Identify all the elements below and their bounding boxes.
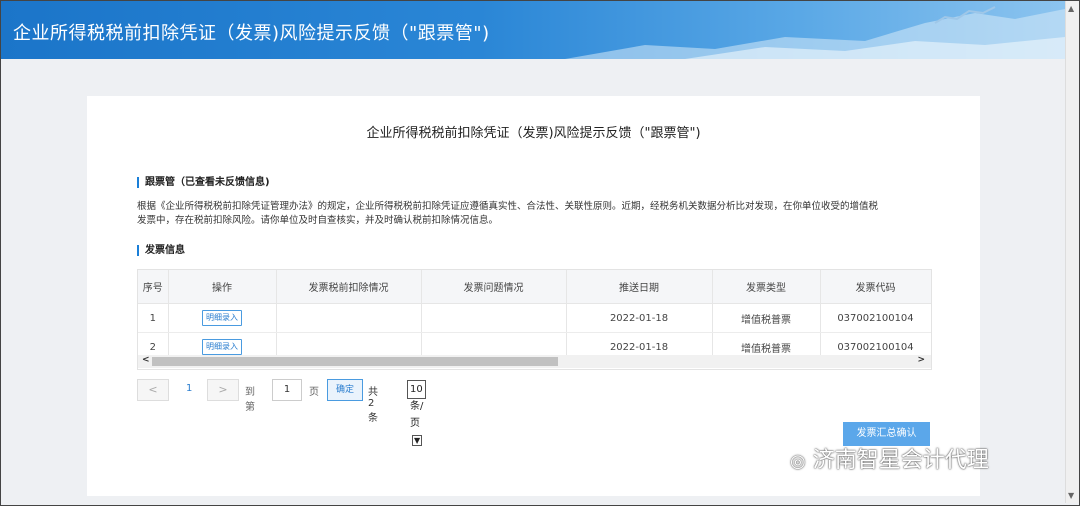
scroll-right-icon[interactable]: >	[917, 355, 925, 365]
push-date-cell: 2022-01-18	[566, 303, 713, 333]
row-index: 1	[138, 303, 169, 333]
horizontal-scrollbar[interactable]: < >	[138, 355, 931, 368]
watermark: ◎ 济南智星会计代理	[790, 442, 989, 474]
column-header: 发票代码	[820, 270, 931, 304]
risk-description: 根据《企业所得税税前扣除凭证管理办法》的规定，企业所得税税前扣除凭证应遵循真实性…	[137, 200, 932, 228]
deduction-cell	[276, 303, 422, 333]
current-page-number[interactable]: 1	[186, 383, 192, 394]
column-header: 发票类型	[712, 270, 821, 304]
page-header: 企业所得税税前扣除凭证（发票)风险提示反馈（"跟票管")	[1, 1, 1065, 59]
wechat-icon: ◎	[790, 451, 806, 472]
section-heading-invoice: 发票信息	[137, 245, 185, 256]
action-cell: 明细录入	[168, 303, 277, 333]
next-page-button[interactable]: >	[207, 379, 239, 401]
table-row: 1 明细录入 2022-01-18 增值税普票 037002100104	[138, 303, 931, 333]
issue-cell	[421, 303, 567, 333]
invoice-code-cell: 037002100104	[820, 303, 931, 333]
column-header: 序号	[138, 270, 169, 304]
watermark-text: 济南智星会计代理	[812, 448, 989, 473]
vertical-scrollbar[interactable]: ▲ ▼	[1065, 1, 1079, 503]
header-title: 企业所得税税前扣除凭证（发票)风险提示反馈（"跟票管")	[13, 23, 490, 44]
mountain-banner-image	[565, 6, 1065, 59]
page-size-select[interactable]: 10 条/页 ▼	[407, 380, 427, 446]
column-header: 推送日期	[566, 270, 713, 304]
description-line-2: 发票中，存在税前扣除风险。请你单位及时自查核实，并及时确认税前扣除情况信息。	[137, 215, 499, 226]
detail-entry-button[interactable]: 明细录入	[202, 339, 242, 355]
scrollbar-thumb[interactable]	[152, 357, 558, 366]
goto-page-input[interactable]: 1	[272, 379, 302, 401]
invoice-table: 序号 操作 发票税前扣除情况 发票问题情况 推送日期 发票类型 发票代码 1 明…	[137, 269, 932, 370]
table-header-row: 序号 操作 发票税前扣除情况 发票问题情况 推送日期 发票类型 发票代码	[138, 270, 931, 304]
description-line-1: 根据《企业所得税税前扣除凭证管理办法》的规定，企业所得税税前扣除凭证应遵循真实性…	[137, 201, 879, 212]
chevron-down-icon: ▼	[412, 435, 423, 446]
column-header: 发票问题情况	[421, 270, 567, 304]
page-size-value: 10 条/页	[410, 384, 424, 429]
goto-confirm-button[interactable]: 确定	[327, 379, 363, 401]
content-card: 企业所得税税前扣除凭证（发票)风险提示反馈（"跟票管") 跟票管（已查看未反馈信…	[87, 96, 980, 496]
total-count: 共 2 条	[368, 387, 378, 424]
prev-page-button[interactable]: <	[137, 379, 169, 401]
section-heading-followup: 跟票管（已查看未反馈信息)	[137, 177, 270, 188]
column-header: 发票税前扣除情况	[276, 270, 422, 304]
invoice-type-cell: 增值税普票	[712, 303, 821, 333]
scroll-left-icon[interactable]: <	[142, 355, 150, 365]
scroll-down-icon[interactable]: ▼	[1068, 491, 1074, 500]
column-header: 操作	[168, 270, 277, 304]
card-title: 企业所得税税前扣除凭证（发票)风险提示反馈（"跟票管")	[366, 126, 701, 141]
goto-label: 到第	[245, 387, 255, 413]
detail-entry-button[interactable]: 明细录入	[202, 310, 242, 326]
scroll-up-icon[interactable]: ▲	[1068, 4, 1074, 13]
page-unit-label: 页	[309, 387, 319, 398]
